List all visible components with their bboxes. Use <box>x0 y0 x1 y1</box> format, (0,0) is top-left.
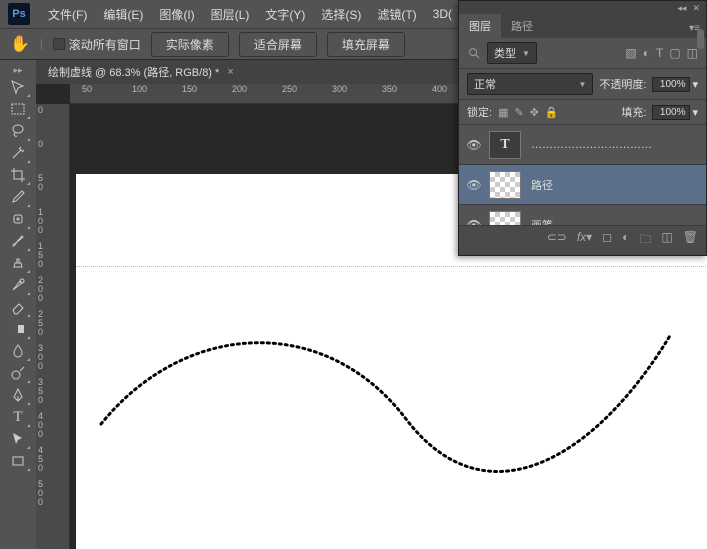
type-tool[interactable]: T <box>5 406 31 428</box>
layer-row[interactable]: 👁T …………………………… <box>459 125 706 165</box>
tab-layers[interactable]: 图层 <box>459 14 501 38</box>
filter-type-icon[interactable]: T <box>656 46 663 60</box>
filter-smart-icon[interactable]: ◫ <box>687 46 698 60</box>
document-title: 绘制虚线 @ 68.3% (路径, RGB/8) * <box>48 64 219 80</box>
app-logo: Ps <box>8 3 30 25</box>
history-brush-tool[interactable] <box>5 274 31 296</box>
layer-thumbnail <box>489 171 521 199</box>
visibility-eye-icon[interactable]: 👁 <box>459 218 489 226</box>
brush-tool[interactable] <box>5 230 31 252</box>
menu-filter[interactable]: 滤镜(T) <box>369 2 424 27</box>
menu-edit[interactable]: 编辑(E) <box>95 2 151 27</box>
eraser-tool[interactable] <box>5 296 31 318</box>
layer-row[interactable]: 👁 画笔 <box>459 205 706 225</box>
tool-palette: ▸▸ T <box>0 60 36 549</box>
marquee-tool[interactable] <box>5 98 31 120</box>
fill-value: 100% <box>652 105 690 120</box>
layer-mask-icon[interactable]: ◻ <box>602 230 612 251</box>
menu-select[interactable]: 选择(S) <box>313 2 369 27</box>
actual-pixels-button[interactable]: 实际像素 <box>151 32 229 57</box>
pen-tool[interactable] <box>5 384 31 406</box>
scroll-all-label: 滚动所有窗口 <box>69 36 141 53</box>
path-selection-tool[interactable] <box>5 428 31 450</box>
close-tab-icon[interactable]: × <box>227 66 233 78</box>
filter-shape-icon[interactable]: ▢ <box>669 46 680 60</box>
lasso-tool[interactable] <box>5 120 31 142</box>
rectangle-tool[interactable] <box>5 450 31 472</box>
filter-pixel-icon[interactable]: ▧ <box>625 46 636 60</box>
layer-group-icon[interactable]: 🗀 <box>639 230 651 251</box>
layer-name: 画笔 <box>531 217 553 226</box>
magic-wand-tool[interactable] <box>5 142 31 164</box>
blend-mode-label: 正常 <box>474 76 496 92</box>
lock-pixels-icon[interactable]: ✎ <box>514 106 523 119</box>
blend-mode-dropdown[interactable]: 正常▼ <box>467 73 593 95</box>
vertical-ruler: 0050100150200250300350400450500 <box>36 104 70 549</box>
layer-name: …………………………… <box>531 139 652 151</box>
healing-brush-tool[interactable] <box>5 208 31 230</box>
checkbox-icon <box>53 38 65 50</box>
lock-transparency-icon[interactable]: ▦ <box>498 106 508 119</box>
layer-row[interactable]: 👁 路径 <box>459 165 706 205</box>
fit-screen-button[interactable]: 适合屏幕 <box>239 32 317 57</box>
menu-type[interactable]: 文字(Y) <box>257 2 313 27</box>
hand-tool-icon: ✋ <box>10 34 30 54</box>
dashed-curve-path <box>96 329 696 479</box>
crop-tool[interactable] <box>5 164 31 186</box>
dodge-tool[interactable] <box>5 362 31 384</box>
link-layers-icon[interactable]: ⊂⊃ <box>547 230 567 251</box>
opacity-value: 100% <box>652 77 690 92</box>
visibility-eye-icon[interactable]: 👁 <box>459 178 489 192</box>
blur-tool[interactable] <box>5 340 31 362</box>
menu-file[interactable]: 文件(F) <box>40 2 95 27</box>
gradient-tool[interactable] <box>5 318 31 340</box>
fill-input[interactable]: 100%▾ <box>652 105 698 120</box>
menu-image[interactable]: 图像(I) <box>151 2 202 27</box>
panel-close-icon[interactable]: ✕ <box>692 3 700 14</box>
menu-3d[interactable]: 3D( <box>425 3 460 25</box>
lock-position-icon[interactable]: ✥ <box>530 106 539 119</box>
opacity-input[interactable]: 100%▾ <box>652 77 698 92</box>
scroll-all-windows-checkbox[interactable]: 滚动所有窗口 <box>53 36 141 53</box>
lock-label: 锁定: <box>467 104 492 120</box>
adjustment-layer-icon[interactable]: ◐ <box>622 230 629 251</box>
fill-screen-button[interactable]: 填充屏幕 <box>327 32 405 57</box>
new-layer-icon[interactable]: ◫ <box>661 230 672 251</box>
panel-collapse-icon[interactable]: ◂◂ <box>677 3 686 14</box>
menu-layer[interactable]: 图层(L) <box>203 2 258 27</box>
layer-name: 路径 <box>531 177 553 193</box>
filter-adjust-icon[interactable]: ◐ <box>643 46 650 60</box>
tab-paths[interactable]: 路径 <box>501 14 543 38</box>
filter-type-dropdown[interactable]: 类型▼ <box>487 42 537 64</box>
guide-line <box>76 266 707 267</box>
move-tool[interactable] <box>5 76 31 98</box>
eyedropper-tool[interactable] <box>5 186 31 208</box>
opacity-label: 不透明度: <box>599 76 646 92</box>
layer-fx-icon[interactable]: fx▾ <box>577 230 592 251</box>
delete-layer-icon[interactable]: 🗑 <box>683 230 698 251</box>
clone-stamp-tool[interactable] <box>5 252 31 274</box>
layers-list: 👁T……………………………👁路径👁画笔 <box>459 125 706 225</box>
layer-thumbnail: T <box>489 131 521 159</box>
layers-panel: ◂◂ ✕ 图层 路径 ▾≡ 类型▼ ▧ ◐ T ▢ ◫ 正常▼ 不透明度: 10… <box>458 0 707 256</box>
layer-thumbnail <box>489 211 521 226</box>
lock-all-icon[interactable]: 🔒 <box>545 106 559 119</box>
expand-toolbar-icon[interactable]: ▸▸ <box>0 64 36 76</box>
visibility-eye-icon[interactable]: 👁 <box>459 138 489 152</box>
fill-label: 填充: <box>621 104 646 120</box>
search-icon <box>467 46 481 60</box>
filter-type-label: 类型 <box>494 45 516 61</box>
